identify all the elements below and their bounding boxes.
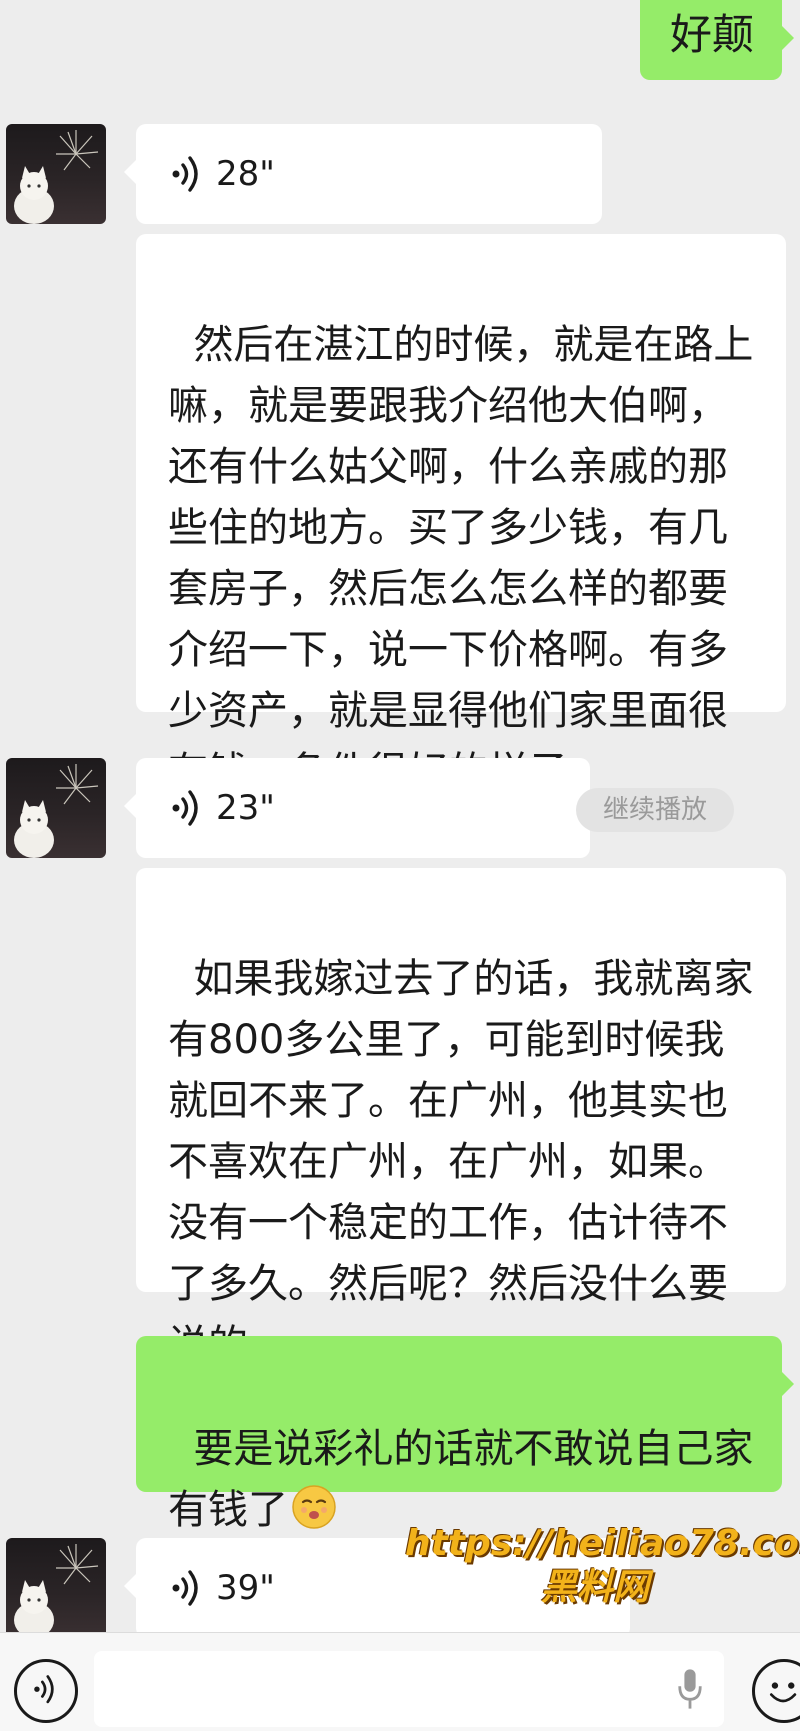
watermark-url: https://heiliao78.com [405,1523,800,1564]
voice-message-bubble[interactable]: 28" [124,124,602,224]
voice-duration: 28" [216,154,275,194]
outgoing-message-bubble[interactable]: 好颠 [640,0,794,80]
microphone-icon[interactable] [676,1667,704,1711]
shushing-face-emoji [292,1485,336,1529]
message-input[interactable] [94,1651,724,1727]
voice-wave-icon [172,156,198,192]
chat-input-bar [0,1632,800,1731]
contact-avatar[interactable] [6,1538,106,1638]
voice-input-icon [34,1675,54,1704]
message-text: 好颠 [670,10,755,59]
voice-duration: 23" [216,788,275,828]
contact-avatar[interactable] [6,758,106,858]
voice-duration: 39" [216,1568,275,1608]
voice-message-bubble[interactable]: 23" [124,758,590,858]
voice-wave-icon [172,1570,198,1606]
transcript-text: 然后在湛江的时候，就是在路上嘛，就是要跟我介绍他大伯啊，还有什么姑父啊，什么亲戚… [168,322,754,795]
voice-transcript-bubble[interactable]: 然后在湛江的时候，就是在路上嘛，就是要跟我介绍他大伯啊，还有什么姑父啊，什么亲戚… [136,234,786,795]
continue-playing-button[interactable]: 继续播放 [576,788,734,832]
smiley-icon [769,1682,797,1703]
cat-fireworks-avatar-image [14,1544,99,1638]
voice-transcript-bubble[interactable]: 如果我嫁过去了的话，我就离家有800多公里了，可能到时候我就回不来了。在广州，他… [136,868,786,1368]
voice-wave-icon [172,790,198,826]
site-watermark: https://heiliao78.com 黑料网 [405,1522,800,1610]
cat-fireworks-avatar-image [14,764,99,858]
contact-avatar[interactable] [6,124,106,224]
watermark-label: 黑料网 [540,1567,649,1608]
voice-input-button[interactable] [14,1659,78,1723]
message-text: 要是说彩礼的话就不敢说自己家有钱了 [168,1426,754,1533]
cat-fireworks-avatar-image [14,130,99,224]
outgoing-message-bubble[interactable]: 要是说彩礼的话就不敢说自己家有钱了 [136,1336,794,1533]
transcript-text: 如果我嫁过去了的话，我就离家有800多公里了，可能到时候我就回不来了。在广州，他… [168,956,754,1368]
emoji-button[interactable] [752,1659,800,1723]
